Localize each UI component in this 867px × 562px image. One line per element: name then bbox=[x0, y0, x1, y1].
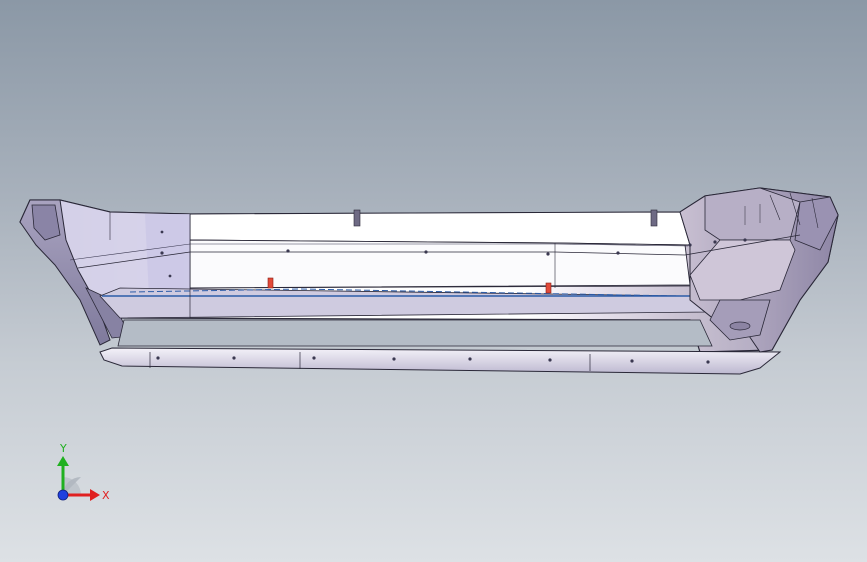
x-axis-arrowhead bbox=[90, 489, 100, 501]
y-axis-label: Y bbox=[59, 442, 67, 455]
red-marker-left bbox=[267, 277, 274, 289]
bumper-front-face[interactable] bbox=[189, 211, 691, 246]
z-axis-dot bbox=[57, 489, 69, 501]
bumper-model[interactable] bbox=[0, 0, 867, 562]
red-marker-right bbox=[545, 282, 552, 294]
y-axis-arrowhead bbox=[57, 456, 69, 466]
bumper-lower-lip[interactable] bbox=[99, 347, 782, 375]
graphics-viewport[interactable]: Y X bbox=[0, 0, 867, 562]
view-orientation-triad[interactable]: Y X bbox=[50, 440, 120, 510]
mounting-tab-right bbox=[650, 209, 658, 227]
mounting-tab-left bbox=[353, 209, 361, 227]
x-axis-label: X bbox=[102, 489, 110, 502]
lower-opening bbox=[117, 319, 713, 347]
